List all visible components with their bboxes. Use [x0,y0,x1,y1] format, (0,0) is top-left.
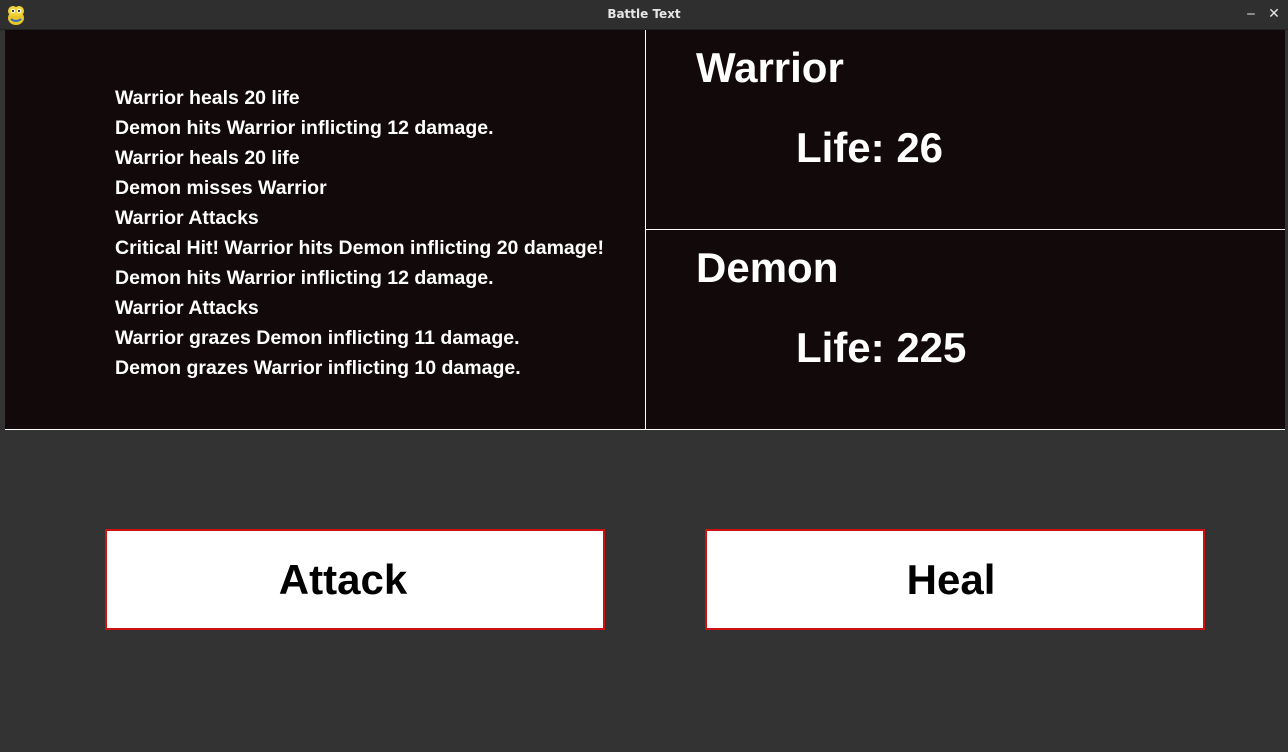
demon-panel: Demon Life: 225 [646,230,1285,430]
log-line: Demon misses Warrior [115,177,327,199]
window-titlebar[interactable]: Battle Text ‒ ✕ [0,0,1288,30]
log-line: Demon hits Warrior inflicting 12 damage. [115,267,494,289]
heal-button-label: Heal [906,555,996,603]
log-line: Warrior heals 20 life [115,147,300,169]
warrior-panel: Warrior Life: 26 [646,30,1285,230]
battle-log-list: Warrior heals 20 life Demon hits Warrior… [115,86,604,386]
demon-life: Life: 225 [796,324,967,371]
battle-log-panel: Warrior heals 20 life Demon hits Warrior… [5,30,646,430]
window-title: Battle Text [607,7,681,21]
log-line: Warrior Attacks [115,207,259,229]
log-line: Demon grazes Warrior inflicting 10 damag… [115,357,521,379]
warrior-name: Warrior [696,44,844,91]
log-line: Critical Hit! Warrior hits Demon inflict… [115,237,605,259]
log-line: Demon hits Warrior inflicting 12 damage. [115,117,494,139]
attack-button-label: Attack [278,555,408,603]
heal-button[interactable]: Heal [705,529,1205,630]
battle-area: Warrior heals 20 life Demon hits Warrior… [5,30,1285,430]
minimize-icon[interactable]: ‒ [1243,6,1259,22]
close-icon[interactable]: ✕ [1266,6,1282,22]
demon-name: Demon [696,244,839,291]
log-line: Warrior grazes Demon inflicting 11 damag… [115,327,520,349]
warrior-life: Life: 26 [796,124,944,171]
log-line: Warrior Attacks [115,297,259,319]
log-line: Warrior heals 20 life [115,87,300,109]
attack-button[interactable]: Attack [105,529,605,630]
